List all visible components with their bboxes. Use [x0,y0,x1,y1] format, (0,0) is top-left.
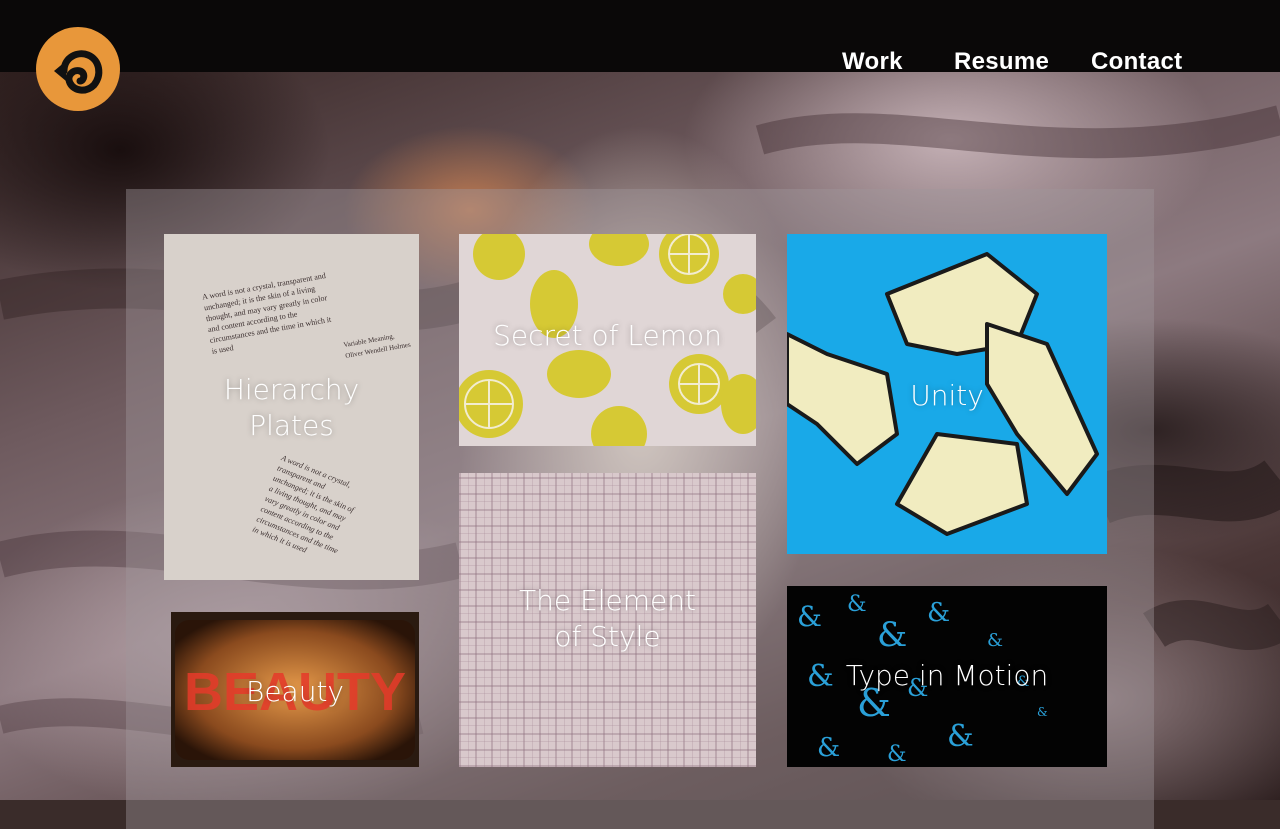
tile-caption: Secret of Lemon [493,319,722,352]
svg-text:&: & [987,630,1003,651]
tile-caption: Beauty [245,675,344,708]
svg-text:&: & [947,719,974,754]
svg-text:&: & [797,600,822,633]
tile-unity[interactable]: Unity [787,234,1107,554]
nav-link-resume[interactable]: Resume [954,48,1049,76]
tile-type-in-motion[interactable]: & & & & & & & & & & & & & Type in Motion [787,586,1107,767]
svg-text:&: & [1037,705,1048,719]
tile-beauty[interactable]: BEAUTY Beauty [171,612,419,767]
plate-text-bottom: A word is not a crystal, transparent and… [251,453,356,556]
svg-text:&: & [847,592,867,617]
tile-caption: Hierarchy Plates [223,373,360,442]
tile-element-of-style[interactable]: The Element of Style [459,473,756,767]
swirl-logo-icon[interactable] [34,27,122,111]
tile-hierarchy-plates[interactable]: A word is not a crystal, transparent and… [164,234,419,580]
top-navigation-bar [0,0,1280,72]
plate-attribution: Variable Meaning, Oliver Wendell Holmes [342,332,412,360]
svg-text:&: & [887,742,907,767]
svg-text:&: & [927,598,950,628]
plate-text-top: A word is not a crystal, transparent and… [201,271,332,356]
tile-caption: Unity [910,379,984,412]
nav-link-work[interactable]: Work [842,48,903,76]
tile-caption: The Element of Style [519,584,696,653]
tile-caption: Type in Motion [845,659,1049,692]
svg-text:&: & [877,615,907,655]
svg-text:&: & [817,733,840,763]
tile-secret-of-lemon[interactable]: Secret of Lemon [459,234,756,446]
nav-link-contact[interactable]: Contact [1091,48,1182,76]
